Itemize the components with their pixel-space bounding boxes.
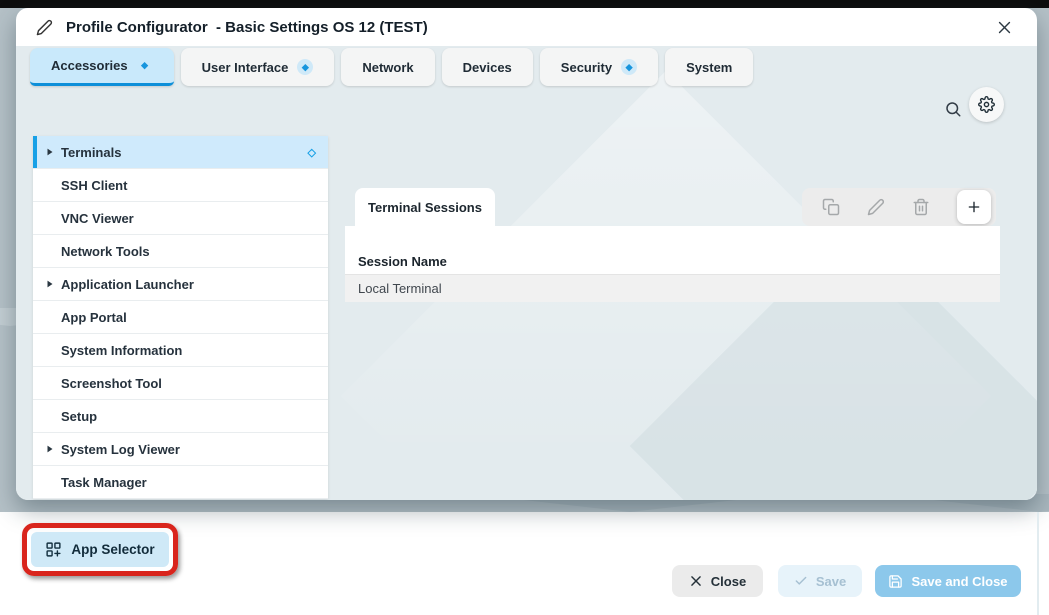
dialog-title: Profile Configurator - Basic Settings OS…: [66, 19, 428, 36]
sidebar-item-label: SSH Client: [61, 178, 127, 193]
edit-icon[interactable]: [867, 198, 885, 216]
sidebar-item-terminals[interactable]: Terminals ◇: [33, 136, 328, 169]
sidebar-item-vnc-viewer[interactable]: VNC Viewer: [33, 202, 328, 235]
tab-accessories[interactable]: Accessories ◆: [30, 48, 174, 86]
tab-label: Accessories: [51, 58, 128, 73]
save-and-close-button[interactable]: Save and Close: [875, 565, 1021, 597]
app-selector-label: App Selector: [71, 542, 154, 557]
delete-icon[interactable]: [912, 198, 930, 216]
tab-network[interactable]: Network: [341, 48, 434, 86]
duplicate-icon[interactable]: [822, 198, 840, 216]
search-icon[interactable]: [941, 97, 965, 121]
edit-pencil-icon: [36, 19, 53, 36]
save-and-close-button-label: Save and Close: [911, 574, 1007, 589]
save-button[interactable]: Save: [778, 565, 862, 597]
column-header-label: Session Name: [358, 254, 447, 269]
tab-user-interface[interactable]: User Interface ◆: [181, 48, 335, 86]
sidebar-item-label: App Portal: [61, 310, 127, 325]
sidebar-item-label: Screenshot Tool: [61, 376, 162, 391]
sidebar-item-task-manager[interactable]: Task Manager: [33, 466, 328, 499]
tab-security[interactable]: Security ◆: [540, 48, 658, 86]
save-floppy-icon: [888, 574, 903, 589]
close-button-label: Close: [711, 574, 746, 589]
check-icon: [794, 574, 808, 588]
add-session-button[interactable]: [957, 190, 991, 224]
dialog-body: Accessories ◆ User Interface ◆ Network D…: [16, 46, 1037, 500]
close-icon[interactable]: [992, 15, 1017, 40]
app-selector-button[interactable]: App Selector: [31, 532, 169, 567]
sidebar-item-label: Application Launcher: [61, 277, 194, 292]
modified-diamond-icon: ◆: [297, 59, 313, 75]
close-button[interactable]: Close: [672, 565, 763, 597]
tab-label: System: [686, 60, 732, 75]
table-row[interactable]: Local Terminal: [345, 275, 1000, 302]
session-name-cell: Local Terminal: [358, 281, 442, 296]
modified-diamond-icon: ◆: [621, 59, 637, 75]
tab-label: Terminal Sessions: [368, 200, 482, 215]
background-top-strip: [0, 0, 1049, 8]
sidebar-item-setup[interactable]: Setup: [33, 400, 328, 433]
profile-configurator-dialog: Profile Configurator - Basic Settings OS…: [16, 8, 1037, 500]
tab-devices[interactable]: Devices: [442, 48, 533, 86]
sidebar-item-system-log-viewer[interactable]: System Log Viewer: [33, 433, 328, 466]
close-x-icon: [689, 574, 703, 588]
sidebar-item-application-launcher[interactable]: Application Launcher: [33, 268, 328, 301]
settings-gear-button[interactable]: [969, 87, 1004, 122]
tab-label: Security: [561, 60, 612, 75]
modified-diamond-icon: ◆: [137, 58, 153, 74]
sidebar-item-label: Task Manager: [61, 475, 147, 490]
table-column-header: Session Name: [345, 248, 1000, 275]
expand-caret-icon[interactable]: [45, 279, 61, 289]
expand-caret-icon[interactable]: [45, 147, 61, 157]
sidebar-item-label: System Information: [61, 343, 182, 358]
sidebar-item-label: Network Tools: [61, 244, 150, 259]
dialog-titlebar: Profile Configurator - Basic Settings OS…: [16, 8, 1037, 46]
page-edge-divider: [1037, 512, 1039, 615]
feature-sidebar: Terminals ◇ SSH Client VNC Viewer Networ…: [33, 136, 328, 499]
sidebar-item-label: Terminals: [61, 145, 121, 160]
tab-system[interactable]: System: [665, 48, 753, 86]
sidebar-item-label: Setup: [61, 409, 97, 424]
expand-caret-icon[interactable]: [45, 444, 61, 454]
tab-terminal-sessions[interactable]: Terminal Sessions: [355, 188, 495, 226]
app-grid-icon: [45, 541, 62, 558]
modified-diamond-outline-icon: ◇: [308, 146, 316, 159]
table-spacer: [345, 226, 1000, 248]
save-button-label: Save: [816, 574, 846, 589]
sessions-table: Session Name Local Terminal: [345, 226, 1000, 302]
tab-label: User Interface: [202, 60, 289, 75]
sidebar-item-app-portal[interactable]: App Portal: [33, 301, 328, 334]
tab-label: Devices: [463, 60, 512, 75]
sidebar-item-network-tools[interactable]: Network Tools: [33, 235, 328, 268]
category-tabbar: Accessories ◆ User Interface ◆ Network D…: [30, 48, 753, 86]
tab-label: Network: [362, 60, 413, 75]
sidebar-item-label: System Log Viewer: [61, 442, 180, 457]
sidebar-item-screenshot-tool[interactable]: Screenshot Tool: [33, 367, 328, 400]
sidebar-item-ssh-client[interactable]: SSH Client: [33, 169, 328, 202]
sidebar-item-label: VNC Viewer: [61, 211, 134, 226]
sessions-toolbar: [802, 188, 996, 226]
sidebar-item-system-information[interactable]: System Information: [33, 334, 328, 367]
